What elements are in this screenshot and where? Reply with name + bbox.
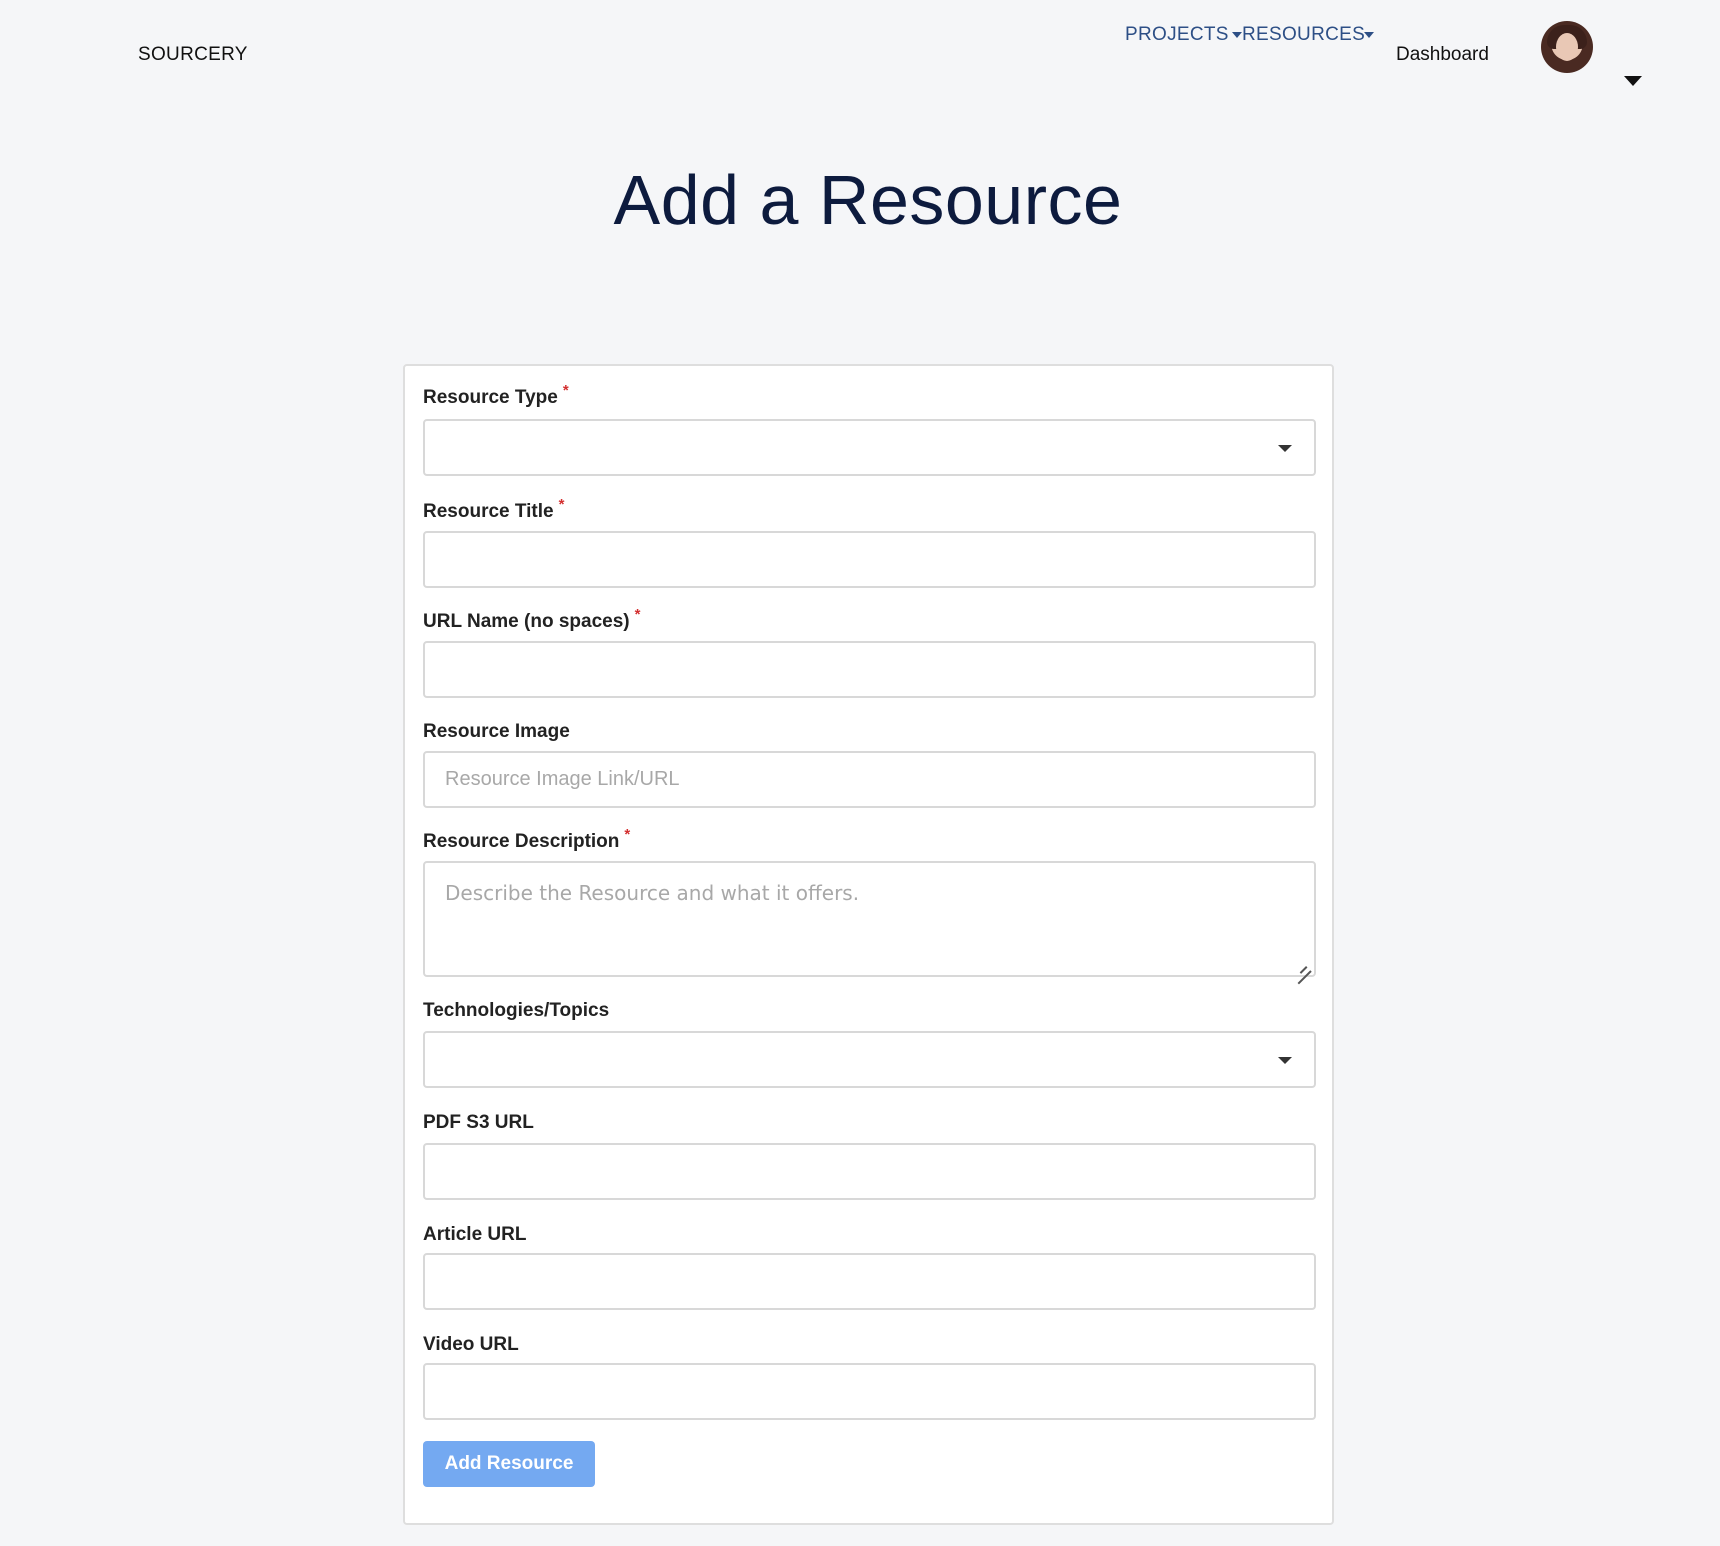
article-url-input[interactable] [423,1253,1316,1310]
resource-title-input[interactable] [423,531,1316,588]
chevron-down-icon[interactable] [1232,32,1242,38]
nav-resources[interactable]: RESOURCES [1242,24,1365,46]
page: SOURCERY PROJECTS RESOURCES Dashboard Ad… [0,0,1720,1546]
nav-projects[interactable]: PROJECTS [1125,24,1229,46]
page-title: Add a Resource [613,161,1123,239]
nav-dashboard[interactable]: Dashboard [1396,44,1489,66]
chevron-down-icon [1278,1057,1292,1064]
required-marker: * [562,382,569,399]
resource-description-placeholder: Describe the Resource and what it offers… [445,881,860,905]
brand-logo[interactable]: SOURCERY [138,44,248,66]
avatar[interactable] [1541,21,1593,73]
resource-description-label: Resource Description * [423,826,630,853]
video-url-label: Video URL [423,1334,519,1355]
resource-title-label: Resource Title * [423,496,564,523]
resource-form: Resource Type * Resource Title * URL Name … [403,364,1334,1525]
resize-handle-icon[interactable] [1295,956,1311,972]
url-name-input[interactable] [423,641,1316,698]
resource-type-label: Resource Type * [423,382,569,409]
resource-description-textarea[interactable]: Describe the Resource and what it offers… [423,861,1316,977]
article-url-label: Article URL [423,1224,527,1245]
resource-type-label-text: Resource Type [423,387,558,408]
required-marker: * [624,826,631,843]
user-menu-caret-icon[interactable] [1624,76,1642,86]
resource-type-select[interactable] [423,419,1316,476]
required-marker: * [558,496,565,513]
video-url-input[interactable] [423,1363,1316,1420]
required-marker: * [634,606,641,623]
resource-description-label-text: Resource Description [423,831,620,852]
avatar-face [1556,33,1578,61]
resource-title-label-text: Resource Title [423,501,554,522]
resource-image-input[interactable]: Resource Image Link/URL [423,751,1316,808]
chevron-down-icon [1278,445,1292,452]
chevron-down-icon[interactable] [1364,32,1374,38]
technologies-label: Technologies/Topics [423,1000,610,1021]
pdf-url-label: PDF S3 URL [423,1112,534,1133]
resource-image-label: Resource Image [423,721,570,742]
top-nav: SOURCERY PROJECTS RESOURCES Dashboard [0,0,1720,110]
url-name-label-text: URL Name (no spaces) [423,611,630,632]
pdf-url-input[interactable] [423,1143,1316,1200]
technologies-select[interactable] [423,1031,1316,1088]
url-name-label: URL Name (no spaces) * [423,606,640,633]
add-resource-button[interactable]: Add Resource [423,1441,595,1487]
